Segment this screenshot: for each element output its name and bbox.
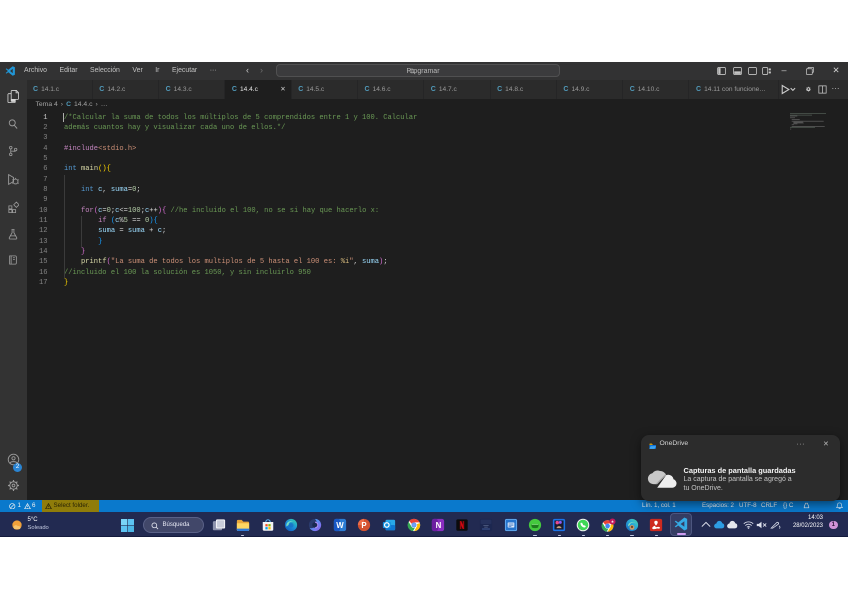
svg-text:W: W	[336, 521, 344, 530]
svg-text:N: N	[435, 521, 441, 530]
svg-text:P: P	[361, 521, 366, 530]
